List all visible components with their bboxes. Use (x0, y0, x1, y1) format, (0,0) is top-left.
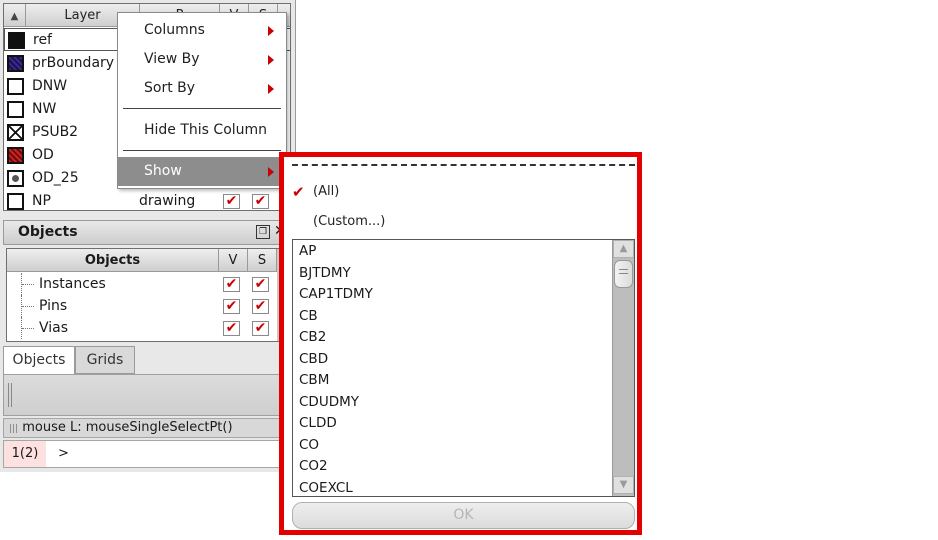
option-custom[interactable]: (Custom...) (292, 209, 385, 235)
ok-button[interactable]: OK (292, 502, 635, 529)
tree-connector (21, 273, 35, 295)
selectable-checkbox[interactable]: ✔ (252, 194, 269, 209)
list-item[interactable]: CO2 (299, 456, 328, 478)
object-name: Instances (39, 276, 106, 292)
show-layers-popup: ✔ (All) (Custom...) AP BJTDMY CAP1TDMY C… (279, 152, 642, 535)
option-all[interactable]: ✔ (All) (292, 179, 339, 205)
scroll-up-icon[interactable]: ▲ (613, 240, 634, 258)
tear-off-line[interactable] (292, 164, 635, 166)
layer-swatch-icon (8, 32, 25, 49)
selectable-checkbox[interactable]: ✔ (252, 321, 269, 336)
selectable-checkbox[interactable]: ✔ (252, 277, 269, 292)
layer-name: OD (32, 147, 54, 163)
checkmark-icon: ✔ (292, 183, 305, 201)
submenu-arrow-icon (268, 55, 274, 65)
submenu-arrow-icon (268, 167, 274, 177)
list-item[interactable]: CB (299, 306, 318, 328)
objects-panel: Objects ❐ ✕ Objects V S Instances ✔ ✔ Pi… (3, 220, 291, 342)
command-count: 1(2) (4, 441, 46, 467)
toolbar-area (3, 374, 291, 416)
column-header-visible[interactable]: V (219, 249, 248, 272)
object-name: Pins (39, 298, 68, 314)
chevron-up-icon: ▲ (10, 11, 19, 22)
menu-item-label: Sort By (144, 80, 196, 96)
objects-table: Objects V S Instances ✔ ✔ Pins ✔ ✔ Vias … (6, 248, 288, 342)
layer-name: PSUB2 (32, 124, 79, 140)
selectable-checkbox[interactable]: ✔ (252, 299, 269, 314)
visible-checkbox[interactable]: ✔ (223, 277, 240, 292)
layer-name: ref (33, 32, 52, 48)
layer-list: AP BJTDMY CAP1TDMY CB CB2 CBD CBM CDUDMY… (292, 239, 635, 497)
tree-connector (21, 317, 35, 339)
list-item[interactable]: COEXCL (299, 478, 353, 497)
table-corner-button[interactable]: ▲ (4, 4, 26, 27)
visible-checkbox[interactable]: ✔ (223, 321, 240, 336)
toolbar-grip-icon[interactable] (8, 383, 12, 407)
list-item[interactable]: CB2 (299, 327, 326, 349)
tab-grids[interactable]: Grids (75, 346, 135, 374)
objects-panel-header: Objects ❐ ✕ (3, 220, 291, 245)
tab-objects[interactable]: Objects (3, 346, 75, 374)
object-row-vias[interactable]: Vias ✔ ✔ (7, 317, 287, 339)
menu-item-view-by[interactable]: View By (118, 45, 286, 74)
layer-swatch-icon (7, 55, 24, 72)
object-name: Vias (39, 320, 69, 336)
object-row-pins[interactable]: Pins ✔ ✔ (7, 295, 287, 317)
list-item[interactable]: CDUDMY (299, 392, 359, 414)
layer-name: prBoundary (32, 55, 115, 71)
menu-item-label: View By (144, 51, 200, 67)
thumb-grip-icon (619, 269, 628, 274)
objects-panel-title: Objects (18, 224, 78, 240)
menu-separator (123, 108, 281, 109)
menu-item-label: Columns (144, 22, 205, 38)
layer-swatch-icon (7, 78, 24, 95)
visible-checkbox[interactable]: ✔ (223, 194, 240, 209)
menu-item-sort-by[interactable]: Sort By (118, 74, 286, 103)
command-prompt: > (58, 446, 69, 461)
menu-item-hide-this-column[interactable]: Hide This Column (118, 116, 286, 145)
layer-row-np[interactable]: NP drawing ✔ ✔ (4, 190, 290, 210)
submenu-arrow-icon (268, 84, 274, 94)
grip-icon: ||| (9, 424, 19, 434)
list-item[interactable]: AP (299, 241, 316, 263)
menu-item-label: Hide This Column (144, 122, 268, 138)
mouse-binding-text: mouse L: mouseSingleSelectPt() (22, 420, 233, 435)
scroll-down-icon[interactable]: ▼ (613, 476, 634, 494)
column-context-menu: Columns View By Sort By Hide This Column… (117, 12, 287, 189)
layer-swatch-icon (7, 124, 24, 141)
layer-swatch-icon (7, 193, 24, 210)
layer-name: NW (32, 101, 57, 117)
layer-swatch-icon (7, 170, 24, 187)
mouse-status-bar: ||| mouse L: mouseSingleSelectPt() (3, 418, 291, 438)
object-row-instances[interactable]: Instances ✔ ✔ (7, 273, 287, 295)
layer-name: OD_25 (32, 170, 79, 186)
scroll-thumb[interactable] (614, 260, 633, 288)
column-header-objects[interactable]: Objects (7, 249, 219, 272)
list-item[interactable]: CO (299, 435, 319, 457)
layer-purpose: drawing (139, 193, 196, 209)
layer-name: NP (32, 193, 51, 209)
option-label: (All) (313, 184, 340, 199)
option-label: (Custom...) (313, 214, 386, 229)
menu-item-label: Show (144, 163, 182, 179)
list-item[interactable]: CBD (299, 349, 328, 371)
list-item[interactable]: BJTDMY (299, 263, 351, 285)
menu-separator (123, 150, 281, 151)
tree-connector (21, 295, 35, 317)
command-line[interactable]: 1(2) > (3, 440, 291, 468)
list-item[interactable]: CAP1TDMY (299, 284, 373, 306)
layer-swatch-icon (7, 101, 24, 118)
menu-item-show[interactable]: Show (118, 157, 286, 186)
layer-name: DNW (32, 78, 68, 94)
menu-item-columns[interactable]: Columns (118, 16, 286, 45)
layer-swatch-icon (7, 147, 24, 164)
column-header-selectable[interactable]: S (248, 249, 277, 272)
visible-checkbox[interactable]: ✔ (223, 299, 240, 314)
list-item[interactable]: CBM (299, 370, 329, 392)
submenu-arrow-icon (268, 26, 274, 36)
list-item[interactable]: CLDD (299, 413, 337, 435)
float-window-icon[interactable]: ❐ (256, 225, 270, 239)
vertical-scrollbar[interactable]: ▲ ▼ (612, 240, 634, 496)
